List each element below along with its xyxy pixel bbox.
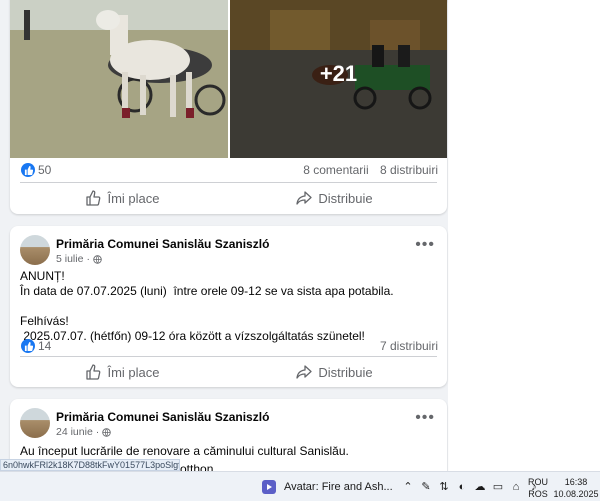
shares-count[interactable]: 7 distribuiri: [380, 339, 438, 353]
page-name[interactable]: Primăria Comunei Sanislău Szaniszló: [56, 410, 269, 424]
cloud-icon[interactable]: ☁: [474, 480, 486, 493]
like-label: Îmi place: [107, 364, 160, 380]
photo-horse-carriage[interactable]: [10, 0, 228, 158]
photo-gallery-more[interactable]: +21: [230, 0, 447, 158]
more-options-icon[interactable]: •••: [415, 236, 435, 254]
right-panel: [448, 0, 600, 471]
post-card-2: Primăria Comunei Sanislău Szaniszló 5 iu…: [10, 226, 447, 387]
thumbs-up-icon: [86, 364, 101, 380]
network-icon[interactable]: ⌂: [510, 481, 522, 493]
post-date-text: 5 iulie: [56, 253, 84, 265]
like-reaction-icon[interactable]: [21, 339, 35, 353]
language-indicator[interactable]: ROU ROS: [528, 476, 548, 500]
like-button[interactable]: Îmi place: [20, 357, 225, 387]
post-stats: 50 8 comentarii 8 distribuiri: [10, 158, 447, 182]
thumbs-up-icon: [86, 190, 101, 206]
globe-icon: [102, 427, 112, 437]
avatar[interactable]: [20, 235, 50, 265]
comments-count[interactable]: 8 comentarii: [303, 163, 368, 177]
share-button[interactable]: Distribuie: [232, 357, 437, 387]
pen-icon[interactable]: ✎: [420, 480, 432, 493]
more-photos-count: +21: [230, 0, 447, 158]
tray-app-icon[interactable]: ◐: [456, 481, 468, 493]
reaction-count[interactable]: 50: [38, 163, 51, 177]
post-text: ANUNȚ! În data de 07.07.2025 (luni) într…: [20, 269, 394, 343]
dot-separator: ·: [86, 253, 90, 265]
battery-icon[interactable]: ▭: [492, 480, 504, 493]
share-label: Distribuie: [318, 190, 373, 206]
share-arrow-icon: [296, 365, 313, 379]
dot-separator: ·: [95, 426, 100, 438]
settings-sliders-icon[interactable]: ⇅: [438, 480, 450, 493]
share-arrow-icon: [296, 191, 313, 205]
shares-count[interactable]: 8 distribuiri: [380, 163, 438, 177]
like-reaction-icon[interactable]: [21, 163, 35, 177]
share-button[interactable]: Distribuie: [232, 183, 437, 213]
post-card-1: +21 50 8 comentarii 8 distribuiri Îmi pl…: [10, 0, 447, 214]
post-date[interactable]: 24 iunie ·: [56, 426, 112, 438]
clock[interactable]: 16:38 10.08.2025: [553, 476, 599, 500]
media-widget[interactable]: Avatar: Fire and Ash...: [262, 480, 393, 494]
chevron-up-icon[interactable]: ⌃: [402, 480, 414, 493]
post-text: Au început lucrările de renovare a cămin…: [20, 444, 349, 458]
clock-date: 10.08.2025: [553, 489, 599, 499]
avatar[interactable]: [20, 408, 50, 438]
share-label: Distribuie: [318, 364, 373, 380]
photo-grid: +21: [10, 0, 447, 158]
lang-top: ROU: [528, 477, 548, 487]
like-button[interactable]: Îmi place: [20, 183, 225, 213]
reaction-count[interactable]: 14: [38, 339, 51, 353]
post-date[interactable]: 5 iulie ·: [56, 253, 102, 265]
system-tray: ⌃ ✎ ⇅ ◐ ☁ ▭ ⌂ ♪: [402, 480, 540, 494]
clock-time: 16:38: [564, 477, 588, 487]
more-options-icon[interactable]: •••: [415, 409, 435, 427]
status-url-tooltip: 6n0hwkFRl2k18K7D88tkFwY01577L3poSlgfE...: [0, 459, 180, 471]
globe-icon: [93, 254, 102, 264]
play-icon: [262, 480, 276, 494]
taskbar: Avatar: Fire and Ash... ⌃ ✎ ⇅ ◐ ☁ ▭ ⌂ ♪ …: [0, 471, 600, 501]
like-label: Îmi place: [107, 190, 160, 206]
media-title: Avatar: Fire and Ash...: [284, 481, 393, 493]
page-name[interactable]: Primăria Comunei Sanislău Szaniszló: [56, 237, 269, 251]
lang-bottom: ROS: [528, 489, 548, 499]
post-date-text: 24 iunie: [56, 426, 93, 438]
